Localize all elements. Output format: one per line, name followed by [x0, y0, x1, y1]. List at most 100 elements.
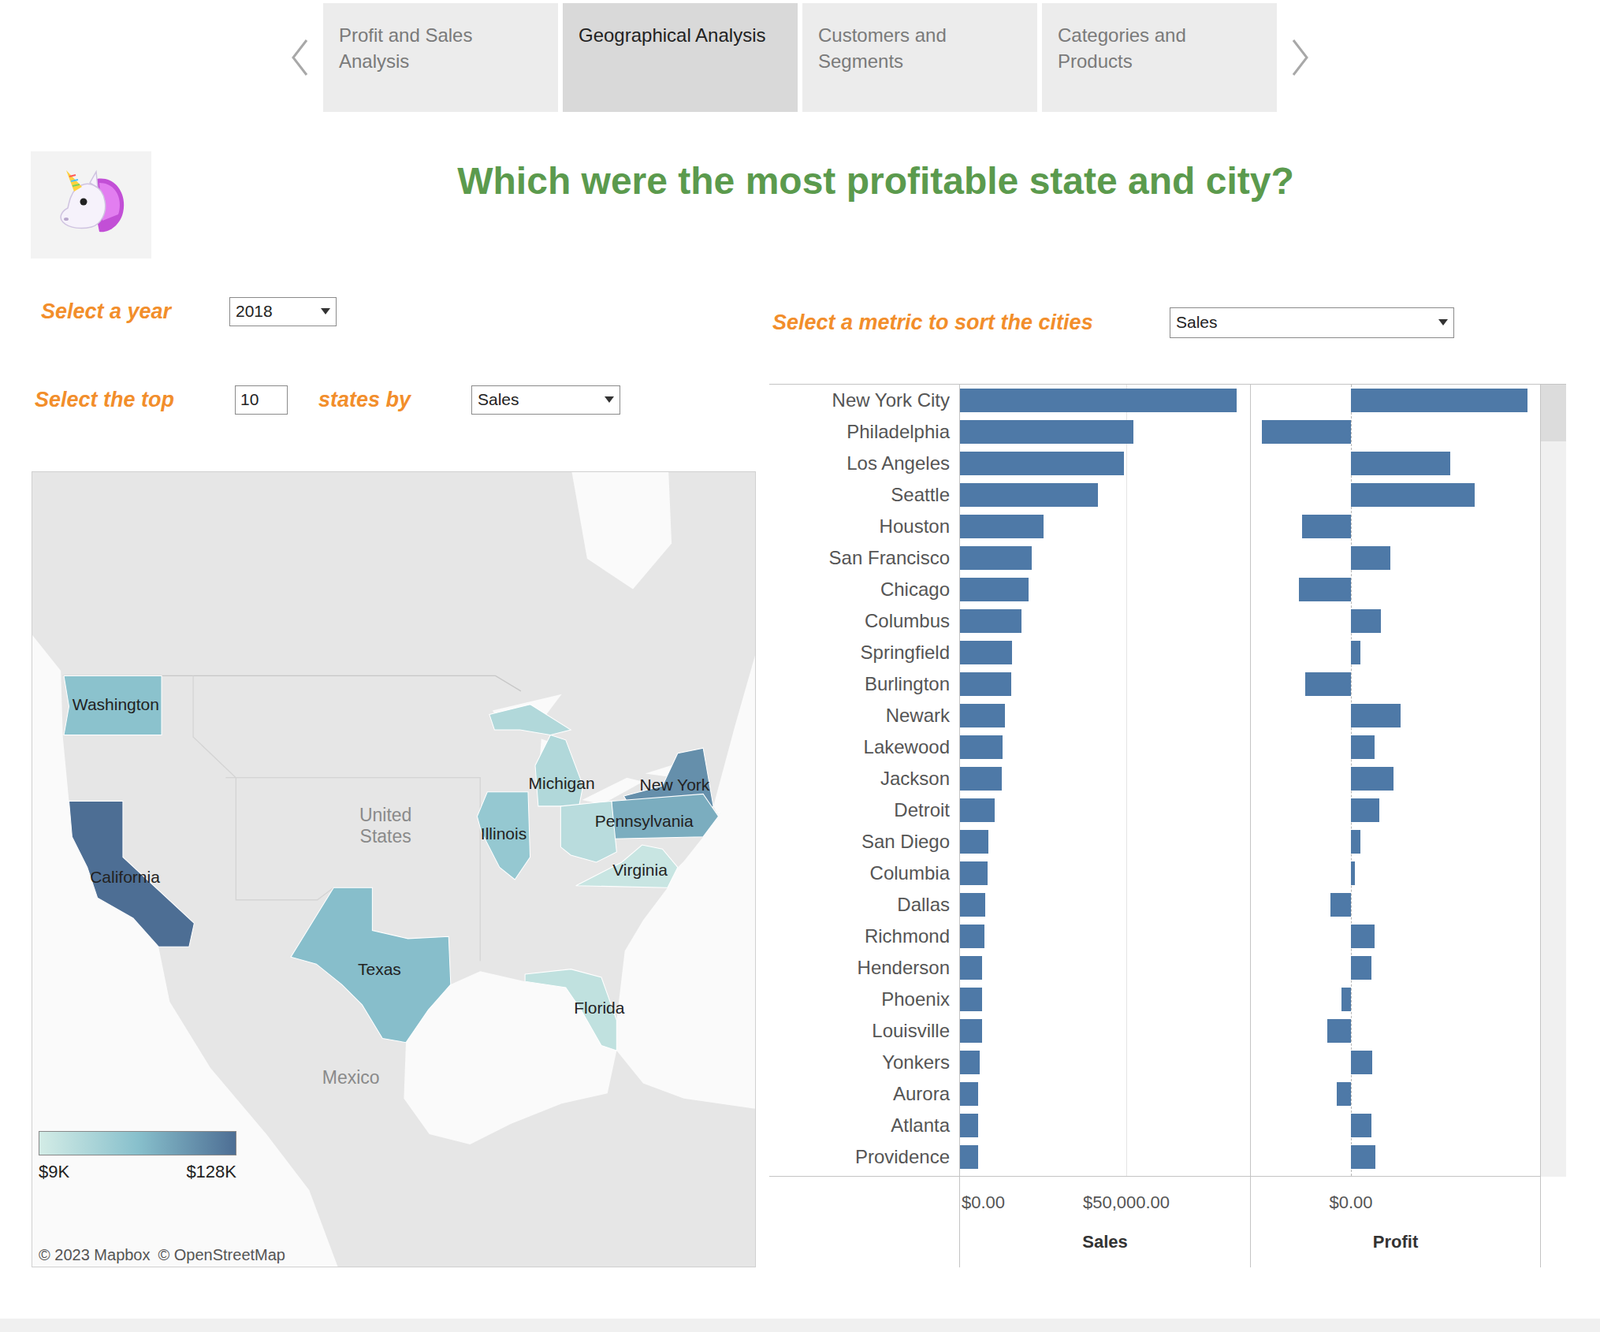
sales-bar[interactable]	[960, 798, 995, 823]
city-row[interactable]: Louisville	[769, 1015, 960, 1047]
profit-bar[interactable]	[1350, 798, 1380, 823]
profit-bar[interactable]	[1350, 483, 1475, 507]
city-row[interactable]: Lakewood	[769, 731, 960, 763]
sales-bar[interactable]	[960, 420, 1134, 444]
sales-bar[interactable]	[960, 1050, 980, 1075]
scrollbar[interactable]	[1540, 383, 1567, 1177]
sales-bar[interactable]	[960, 451, 1124, 476]
city-row[interactable]: Columbia	[769, 857, 960, 890]
profit-row	[1250, 1109, 1541, 1142]
top-n-input[interactable]: 10	[234, 385, 288, 415]
city-row[interactable]: Houston	[769, 510, 960, 543]
profit-bar[interactable]	[1350, 451, 1451, 476]
profit-bar[interactable]	[1327, 1019, 1351, 1043]
profit-bar[interactable]	[1350, 1050, 1373, 1075]
state-shape[interactable]	[560, 800, 617, 863]
profit-bar[interactable]	[1350, 1145, 1376, 1169]
sales-bar[interactable]	[960, 1082, 979, 1106]
profit-bar[interactable]	[1350, 861, 1355, 886]
year-select[interactable]: 2018	[229, 297, 337, 327]
city-row[interactable]: Burlington	[769, 668, 960, 700]
sales-bar[interactable]	[960, 735, 1003, 760]
profit-bar[interactable]	[1350, 388, 1528, 413]
attribution-text[interactable]: © OpenStreetMap	[158, 1242, 286, 1267]
profit-bar[interactable]	[1350, 546, 1391, 570]
city-row[interactable]: Seattle	[769, 479, 960, 511]
city-name: San Francisco	[829, 543, 950, 573]
profit-bar[interactable]	[1350, 1113, 1372, 1138]
sales-bar[interactable]	[960, 987, 983, 1012]
profit-bar[interactable]	[1302, 514, 1351, 539]
sales-bar[interactable]	[960, 1145, 979, 1169]
profit-bar[interactable]	[1336, 1082, 1351, 1106]
scrollbar-thumb[interactable]	[1540, 384, 1567, 442]
city-row[interactable]: Springfield	[769, 636, 960, 669]
sales-bar[interactable]	[960, 1113, 979, 1138]
city-row[interactable]: Jackson	[769, 762, 960, 795]
profit-bar[interactable]	[1305, 672, 1351, 696]
sales-bar[interactable]	[960, 388, 1237, 413]
sales-bar[interactable]	[960, 672, 1012, 696]
sales-bar[interactable]	[960, 766, 1002, 791]
state-shape[interactable]	[576, 844, 678, 888]
state-shape[interactable]	[535, 734, 584, 806]
sales-bar[interactable]	[960, 640, 1013, 665]
sales-bar[interactable]	[960, 829, 989, 854]
state-shape[interactable]	[68, 800, 194, 947]
sales-bar[interactable]	[960, 703, 1005, 728]
sales-bar[interactable]	[960, 514, 1044, 539]
sales-bar[interactable]	[960, 1019, 983, 1043]
profit-bar[interactable]	[1330, 893, 1351, 917]
sales-bar[interactable]	[960, 483, 1098, 507]
city-row[interactable]: Dallas	[769, 889, 960, 921]
city-row[interactable]: Los Angeles	[769, 447, 960, 480]
city-row[interactable]: Richmond	[769, 920, 960, 953]
state-shape[interactable]	[63, 675, 162, 735]
sales-bar[interactable]	[960, 893, 986, 917]
city-row[interactable]: Aurora	[769, 1078, 960, 1110]
previous-arrow-icon[interactable]	[279, 3, 320, 112]
sales-bar[interactable]	[960, 956, 983, 980]
city-row[interactable]: Atlanta	[769, 1109, 960, 1142]
city-row[interactable]: Henderson	[769, 952, 960, 984]
sales-bar[interactable]	[960, 577, 1029, 602]
city-row[interactable]: Philadelphia	[769, 416, 960, 448]
tab[interactable]: Profit and Sales Analysis	[323, 3, 559, 112]
states-by-select[interactable]: Sales	[471, 385, 621, 415]
state-map[interactable]: United StatesMexicoCaliforniaNew YorkPen…	[31, 471, 756, 1268]
profit-bar[interactable]	[1350, 609, 1381, 633]
city-row[interactable]: Chicago	[769, 573, 960, 606]
profit-bar[interactable]	[1350, 703, 1401, 728]
profit-bar[interactable]	[1350, 924, 1375, 949]
tab[interactable]: Geographical Analysis	[562, 3, 798, 112]
sales-bar[interactable]	[960, 609, 1022, 633]
sort-select[interactable]: Sales	[1169, 307, 1455, 339]
state-shape[interactable]	[290, 887, 451, 1042]
city-row[interactable]: San Diego	[769, 826, 960, 858]
city-row[interactable]: New York City	[769, 384, 960, 417]
profit-bar[interactable]	[1350, 766, 1394, 791]
attribution-text[interactable]: © 2023 Mapbox	[38, 1242, 151, 1267]
city-row[interactable]: Columbus	[769, 605, 960, 637]
profit-bar[interactable]	[1350, 735, 1375, 760]
city-row[interactable]: San Francisco	[769, 542, 960, 574]
city-row[interactable]: Phoenix	[769, 983, 960, 1016]
city-row[interactable]: Providence	[769, 1141, 960, 1173]
profit-bar[interactable]	[1298, 577, 1351, 602]
profit-bar[interactable]	[1350, 956, 1372, 980]
profit-bar[interactable]	[1261, 420, 1351, 444]
next-arrow-icon[interactable]	[1280, 3, 1321, 112]
sales-bar[interactable]	[960, 924, 985, 949]
city-row[interactable]: Newark	[769, 699, 960, 732]
state-shape[interactable]	[489, 704, 571, 736]
tab[interactable]: Categories and Products	[1041, 3, 1277, 112]
profit-bar[interactable]	[1350, 829, 1361, 854]
state-shape[interactable]	[476, 792, 530, 880]
profit-bar[interactable]	[1350, 640, 1361, 665]
sales-bar[interactable]	[960, 861, 988, 886]
tab[interactable]: Customers and Segments	[802, 3, 1038, 112]
city-row[interactable]: Yonkers	[769, 1046, 960, 1079]
sales-bar[interactable]	[960, 546, 1032, 570]
city-row[interactable]: Detroit	[769, 794, 960, 827]
profit-bar[interactable]	[1341, 987, 1351, 1012]
